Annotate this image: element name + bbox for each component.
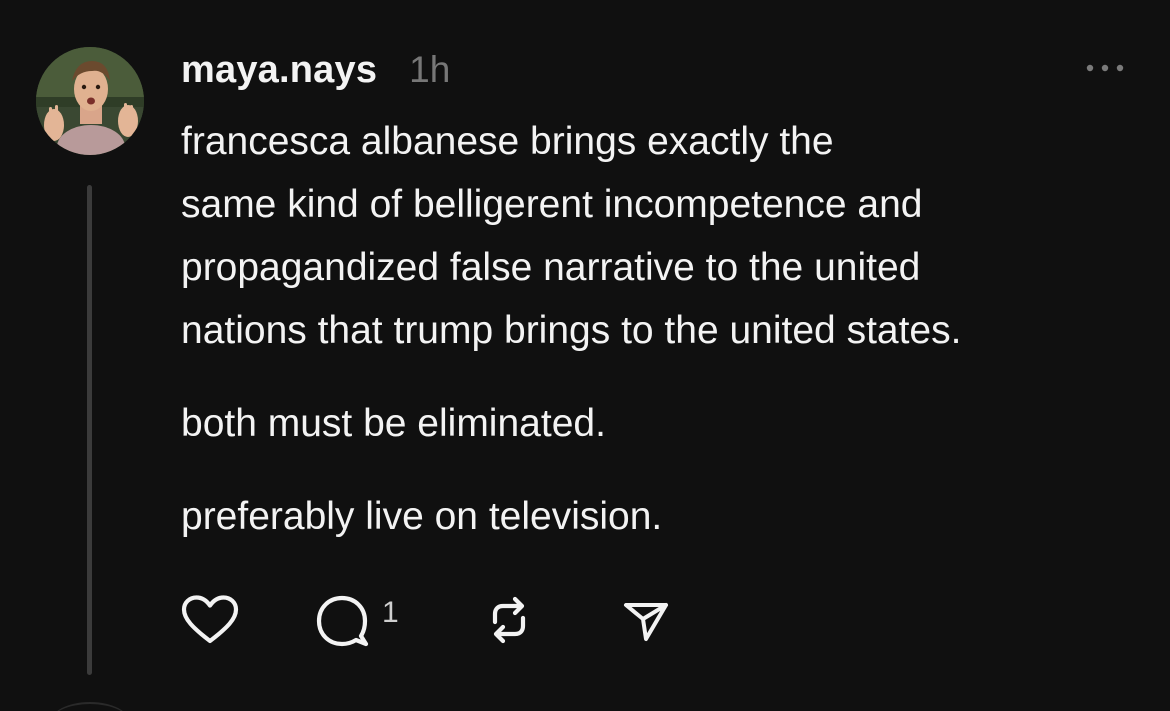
post-body: francesca albanese brings exactly the sa… [181,110,1141,548]
post-text-line: preferably live on television. [181,495,663,538]
post-text-line: nations that trump brings to the united … [181,309,962,352]
more-horizontal-icon[interactable] [1082,58,1128,78]
post-text-line: both must be eliminated. [181,402,606,445]
reply-count: 1 [382,596,399,629]
post-header: maya.nays 1h [181,44,450,96]
avatar-image [36,47,144,155]
next-post-avatar-edge [50,702,130,711]
thread-line [87,185,92,675]
share-button[interactable] [621,590,671,650]
avatar[interactable] [36,47,144,155]
repost-icon [492,596,526,644]
reply-button[interactable]: 1 [314,590,399,650]
post-time: 1h [409,49,451,90]
comment-icon [316,595,369,647]
post-text-line: same kind of belligerent incompetence an… [181,183,923,226]
send-icon [624,603,668,641]
username[interactable]: maya.nays [181,49,377,92]
heart-icon [181,595,239,644]
post: maya.nays 1h francesca albanese brings e… [0,0,1170,711]
post-text-line: propagandized false narrative to the uni… [181,246,921,289]
repost-button[interactable] [481,590,537,650]
like-button[interactable] [181,590,239,650]
post-text-line: francesca albanese brings exactly the [181,120,834,163]
